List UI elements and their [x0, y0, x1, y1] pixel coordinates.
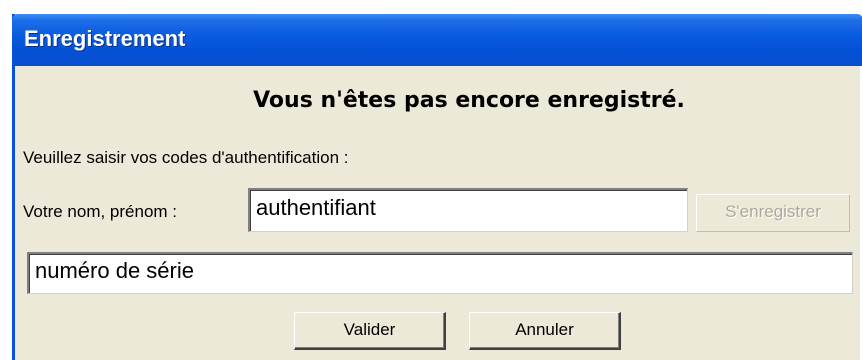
window-title: Enregistrement [24, 26, 186, 51]
cancel-button[interactable]: Annuler [469, 312, 621, 350]
serial-number-input[interactable]: numéro de série [27, 252, 853, 294]
instruction-text: Veuillez saisir vos codes d'authentifica… [23, 148, 349, 167]
name-label: Votre nom, prénom : [23, 202, 178, 221]
dialog-heading: Vous n'êtes pas encore enregistré. [253, 88, 685, 113]
register-button[interactable]: S'enregistrer [696, 194, 850, 232]
name-input[interactable]: authentifiant [248, 188, 688, 232]
title-bar[interactable]: Enregistrement [12, 14, 862, 66]
validate-button[interactable]: Valider [294, 312, 446, 350]
registration-dialog: Enregistrement Vous n'êtes pas encore en… [12, 14, 862, 360]
